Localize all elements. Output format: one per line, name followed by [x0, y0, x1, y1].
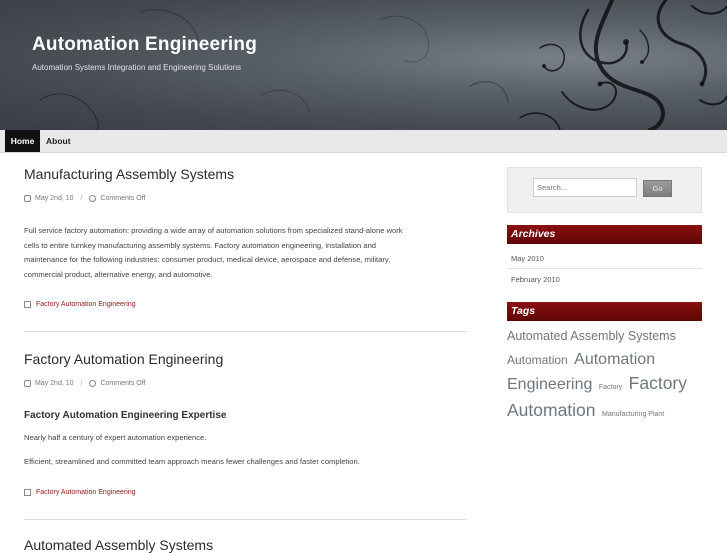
- post-meta: May 2nd, 10 / Comments Off: [24, 380, 145, 387]
- post-paragraph: Nearly half a century of expert automati…: [24, 433, 207, 442]
- post-text-line: commercial product, alternative energy, …: [24, 269, 213, 279]
- archive-link[interactable]: February 2010: [511, 275, 560, 284]
- post-text-line: cells to entire turnkey manufacturing as…: [24, 240, 377, 250]
- post-title[interactable]: Manufacturing Assembly Systems: [24, 166, 234, 182]
- post-subheading: Factory Automation Engineering Expertise: [24, 410, 227, 421]
- post-comments: Comments Off: [100, 380, 146, 387]
- post-category: Factory Automation Engineering: [24, 301, 136, 308]
- post-comments: Comments Off: [100, 195, 146, 202]
- meta-separator: /: [80, 195, 83, 202]
- site-title[interactable]: Automation Engineering: [32, 34, 257, 56]
- comment-icon: [89, 380, 97, 387]
- comment-icon: [89, 195, 97, 202]
- post-date: May 2nd, 10: [35, 380, 74, 387]
- post-divider: [24, 331, 467, 332]
- site-description: Automation Systems Integration and Engin…: [32, 63, 242, 72]
- tag-link[interactable]: Automated Assembly Systems: [507, 329, 676, 343]
- nav-home[interactable]: Home: [5, 130, 40, 152]
- meta-separator: /: [80, 380, 83, 387]
- tag-link[interactable]: Manufacturing Plant: [602, 411, 664, 418]
- search-input[interactable]: [533, 178, 637, 197]
- post-paragraph: Efficient, streamlined and committed tea…: [24, 457, 360, 466]
- post-category: Factory Automation Engineering: [24, 489, 136, 496]
- archive-link[interactable]: May 2010: [511, 254, 544, 263]
- category-link[interactable]: Factory Automation Engineering: [36, 489, 136, 496]
- clock-icon: [24, 380, 31, 387]
- post-title[interactable]: Automated Assembly Systems: [24, 537, 213, 553]
- post-excerpt: Full service factory automation: providi…: [24, 224, 454, 282]
- archive-divider: [507, 268, 702, 269]
- post-date: May 2nd, 10: [35, 195, 74, 202]
- folder-icon: [24, 489, 31, 496]
- main-navigation: Home About: [0, 130, 727, 153]
- tag-link[interactable]: Automation: [507, 353, 568, 367]
- post-text-line: maintenance for the following industries…: [24, 255, 391, 264]
- tags-heading: Tags: [507, 302, 702, 321]
- post-title[interactable]: Factory Automation Engineering: [24, 351, 223, 367]
- archives-heading: Archives: [507, 225, 702, 244]
- post-meta: May 2nd, 10 / Comments Off: [24, 195, 145, 202]
- site-header: Automation Engineering Automation System…: [0, 0, 727, 130]
- category-link[interactable]: Factory Automation Engineering: [36, 301, 136, 308]
- clock-icon: [24, 195, 31, 202]
- post-divider: [24, 519, 467, 520]
- post-text-line: Full service factory automation: providi…: [24, 226, 403, 235]
- tag-cloud: Automated Assembly Systems Automation Au…: [507, 324, 707, 426]
- search-button[interactable]: Go: [643, 180, 672, 197]
- folder-icon: [24, 301, 31, 308]
- nav-about[interactable]: About: [46, 130, 71, 152]
- tag-link[interactable]: Factory: [599, 384, 622, 391]
